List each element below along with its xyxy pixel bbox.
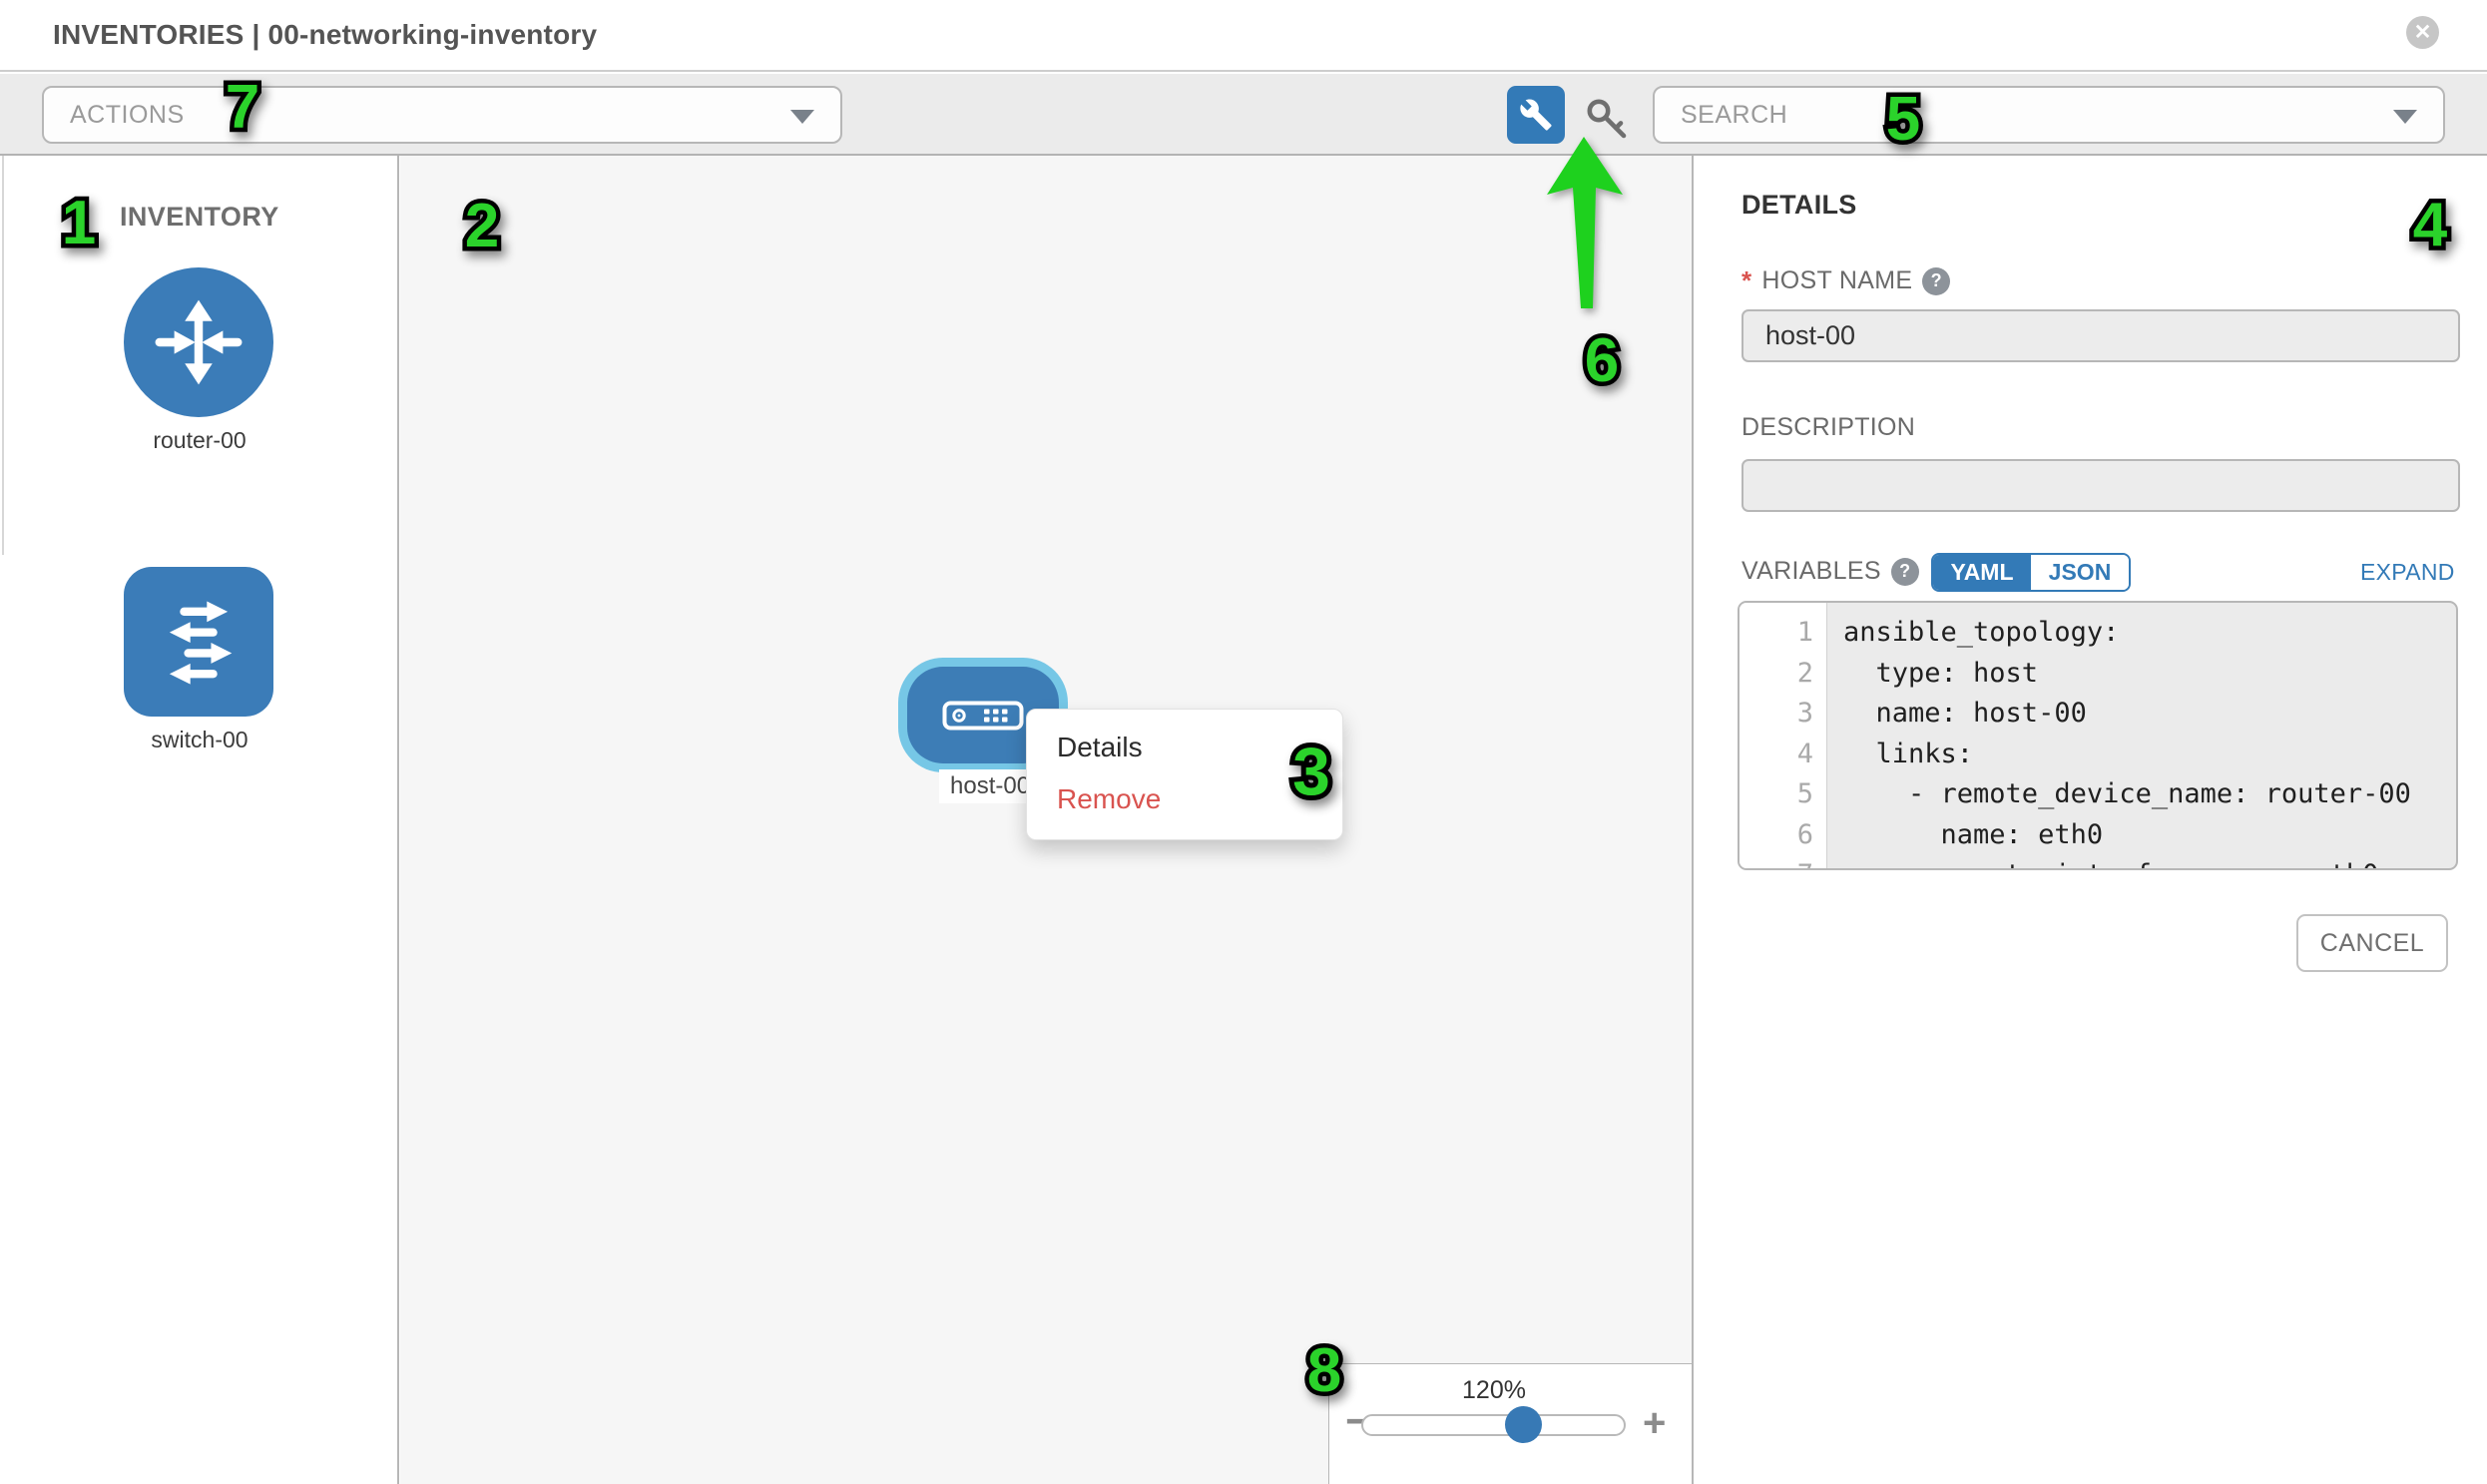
help-icon[interactable]: ? xyxy=(1922,267,1950,295)
code-line: 2 type: host xyxy=(1740,654,2456,695)
wrench-icon xyxy=(1519,98,1553,132)
sidebar-title: INVENTORY xyxy=(120,202,279,233)
host-icon xyxy=(942,701,1024,731)
chevron-down-icon xyxy=(2393,110,2417,124)
code-line: 5 - remote_device_name: router-00 xyxy=(1740,774,2456,815)
palette-item-switch[interactable]: switch-00 xyxy=(124,567,275,753)
code-line: 1ansible_topology: xyxy=(1740,613,2456,654)
required-asterisk: * xyxy=(1741,265,1751,296)
router-icon xyxy=(124,267,273,417)
inventory-sidebar: INVENTORY router-00 xyxy=(0,156,399,1484)
details-panel: DETAILS * HOST NAME ? DESCRIPTION VARIAB… xyxy=(1694,156,2487,1484)
app-root: INVENTORIES | 00-networking-inventory ✕ … xyxy=(0,0,2487,1484)
zoom-slider-track[interactable] xyxy=(1361,1414,1626,1436)
editor-lines: 1ansible_topology: 2 type: host 3 name: … xyxy=(1740,613,2456,870)
code-line: 3 name: host-00 xyxy=(1740,694,2456,735)
palette-item-label: router-00 xyxy=(124,427,275,454)
code-line: 7 remote_interface_name: eth0 xyxy=(1740,855,2456,870)
zoom-in-button[interactable]: + xyxy=(1643,1402,1666,1444)
zoom-level-value: 120% xyxy=(1329,1376,1659,1405)
description-label: DESCRIPTION xyxy=(1741,413,1915,442)
menu-item-remove[interactable]: Remove xyxy=(1027,773,1342,825)
menu-item-details[interactable]: Details xyxy=(1027,722,1342,773)
node-context-menu: Details Remove xyxy=(1026,709,1343,840)
description-label-row: DESCRIPTION xyxy=(1741,413,1915,442)
help-icon[interactable]: ? xyxy=(1891,558,1919,586)
breadcrumb-title: INVENTORIES | 00-networking-inventory xyxy=(53,19,597,51)
topology-canvas[interactable]: host-00 Details Remove 120% − + xyxy=(400,156,1694,1484)
zoom-slider-thumb[interactable] xyxy=(1505,1406,1542,1443)
search-dropdown-label: SEARCH xyxy=(1681,101,1787,130)
variables-code-editor[interactable]: 1ansible_topology: 2 type: host 3 name: … xyxy=(1738,601,2458,870)
toggle-yaml[interactable]: YAML xyxy=(1933,555,2031,590)
description-input[interactable] xyxy=(1741,459,2460,512)
toolbar: ACTIONS SEARCH xyxy=(0,74,2487,156)
code-line: 4 links: xyxy=(1740,735,2456,775)
key-icon xyxy=(1583,97,1635,141)
host-name-label: HOST NAME xyxy=(1761,266,1912,295)
variables-label: VARIABLES xyxy=(1741,557,1881,586)
details-panel-title: DETAILS xyxy=(1741,190,1857,221)
header-bar: INVENTORIES | 00-networking-inventory ✕ xyxy=(0,0,2487,72)
cancel-button[interactable]: CANCEL xyxy=(2296,914,2448,972)
toggle-json[interactable]: JSON xyxy=(2031,555,2129,590)
palette-item-label: switch-00 xyxy=(124,727,275,753)
host-name-input[interactable] xyxy=(1741,309,2460,362)
variables-label-row: VARIABLES ? xyxy=(1741,557,1919,586)
expand-link[interactable]: EXPAND xyxy=(2360,559,2455,586)
actions-dropdown[interactable]: ACTIONS xyxy=(42,86,842,144)
zoom-control: 120% − + xyxy=(1328,1363,1694,1484)
host-name-label-row: * HOST NAME ? xyxy=(1741,265,1950,296)
switch-icon xyxy=(124,567,273,717)
search-dropdown[interactable]: SEARCH xyxy=(1653,86,2445,144)
actions-dropdown-label: ACTIONS xyxy=(70,101,185,130)
sidebar-edge-divider xyxy=(2,156,4,555)
variables-format-toggle: YAML JSON xyxy=(1931,553,2131,592)
chevron-down-icon xyxy=(790,110,814,124)
key-button[interactable] xyxy=(1577,94,1641,144)
code-line: 6 name: eth0 xyxy=(1740,815,2456,856)
tools-button[interactable] xyxy=(1507,86,1565,144)
palette-item-router[interactable]: router-00 xyxy=(124,267,275,454)
close-icon[interactable]: ✕ xyxy=(2406,16,2439,49)
